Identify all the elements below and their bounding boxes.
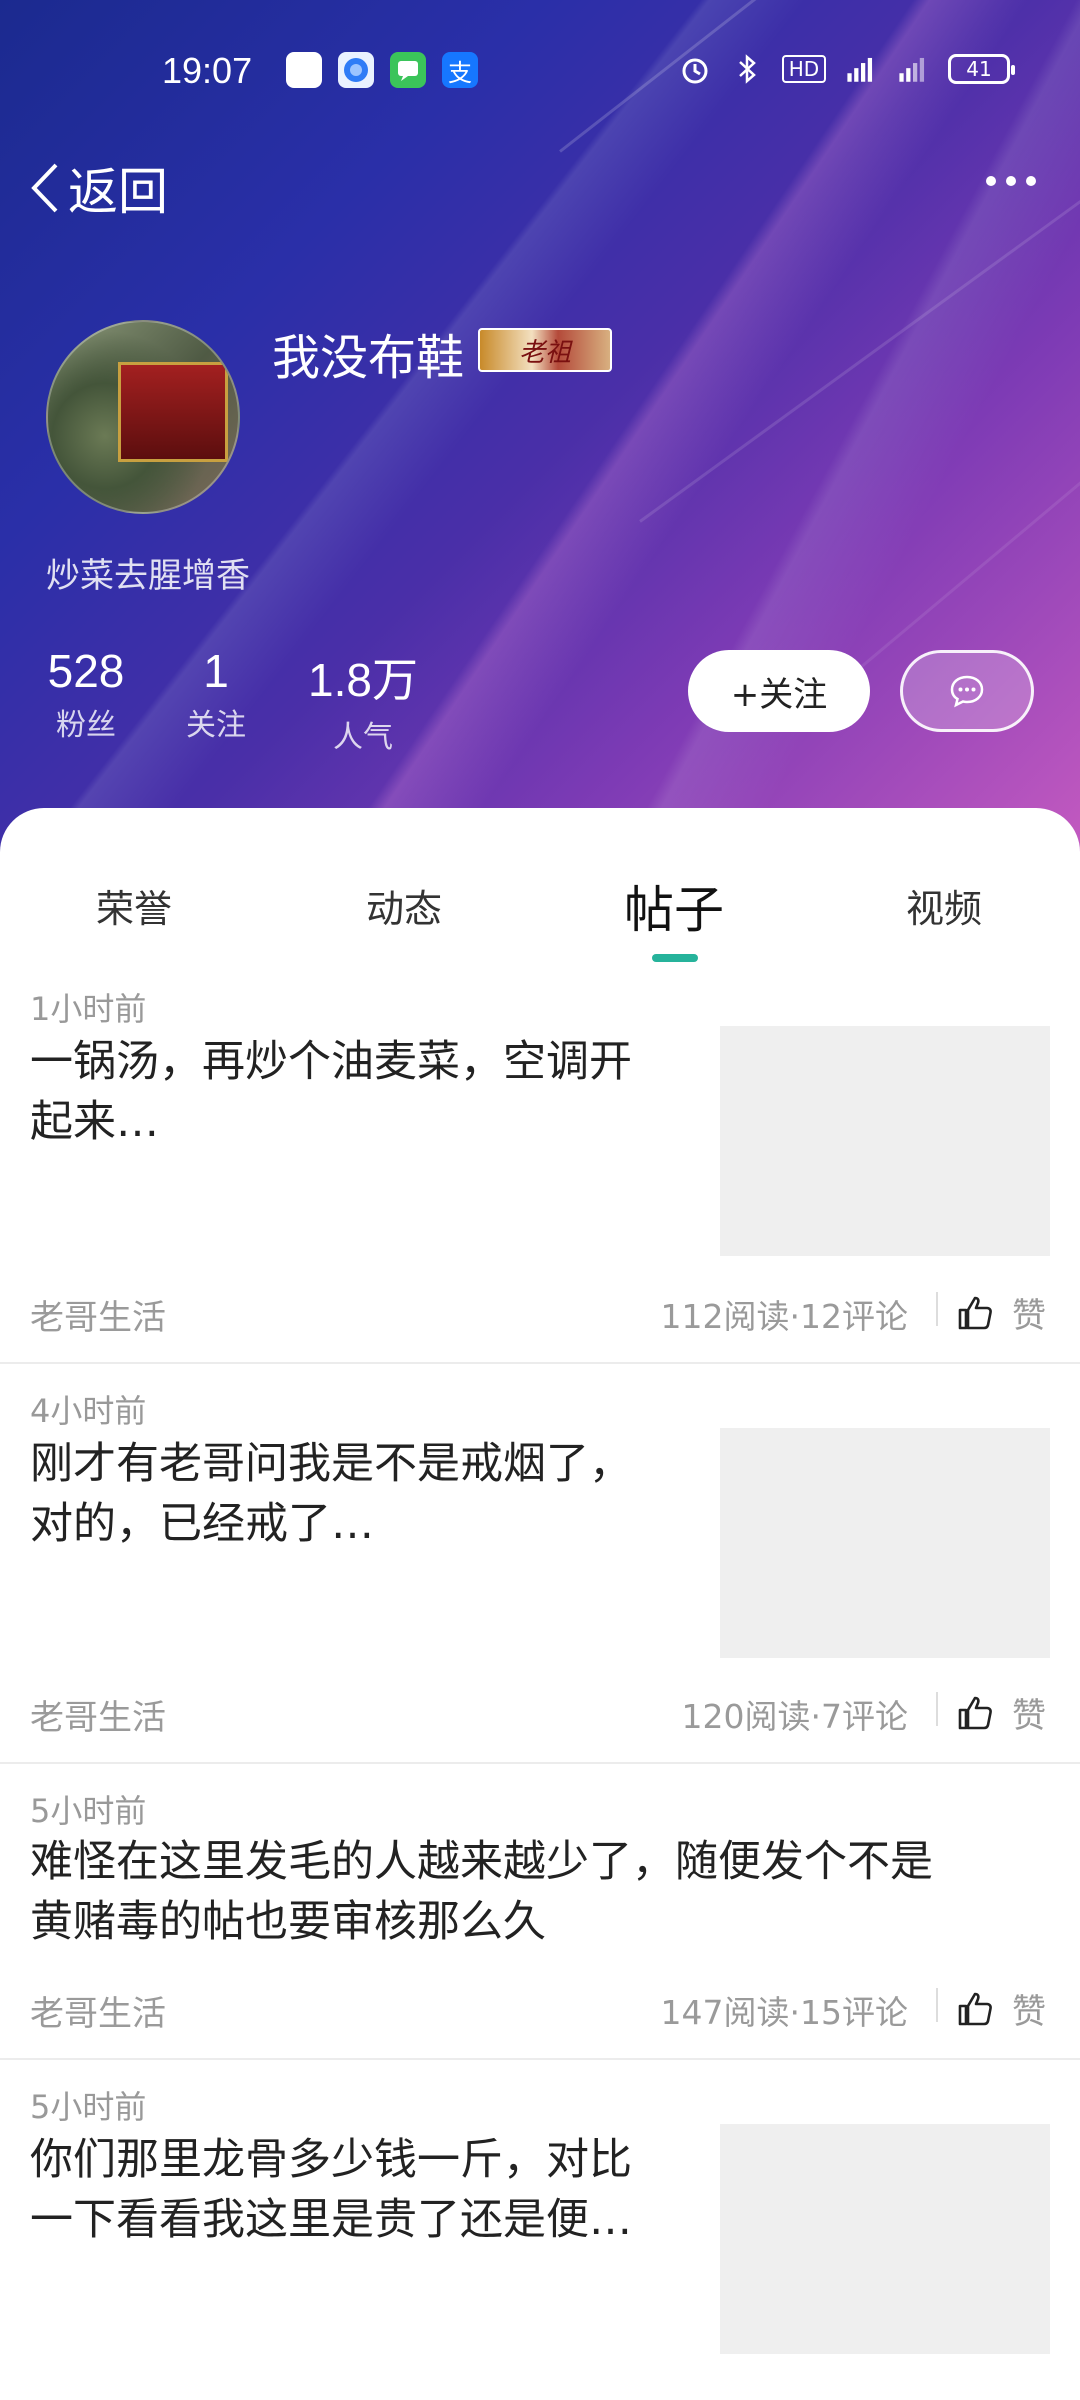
- avatar[interactable]: [46, 320, 240, 514]
- avatar-image-detail: [118, 362, 228, 462]
- post-title-line: 你们那里龙骨多少钱一斤，对比: [30, 2135, 632, 2185]
- post-item[interactable]: 5小时前 难怪在这里发毛的人越来越少了，随便发个不是 黄赌毒的帖也要审核那么久 …: [0, 1764, 1080, 2060]
- post-stats: 112阅读·12评论: [660, 1297, 908, 1336]
- stat-fans[interactable]: 528 粉丝: [46, 644, 126, 744]
- stat-label: 粉丝: [56, 708, 116, 743]
- post-source[interactable]: 老哥生活: [30, 1290, 166, 1339]
- stat-following[interactable]: 1 关注: [176, 644, 256, 744]
- like-label: 赞: [1012, 1696, 1046, 1736]
- post-title: 难怪在这里发毛的人越来越少了，随便发个不是 黄赌毒的帖也要审核那么久: [30, 1832, 933, 1952]
- post-thumbnail: [720, 2124, 1050, 2354]
- bluetooth-icon: [730, 52, 764, 86]
- messages-app-icon: [390, 52, 426, 88]
- stat-value: 528: [47, 645, 125, 697]
- profile-name: 我没布鞋: [272, 330, 465, 386]
- like-button[interactable]: 赞: [956, 1688, 1046, 1737]
- status-bar: 19:07 支 HD 41: [0, 48, 1080, 96]
- stat-popularity: 1.8万 人气: [300, 644, 426, 756]
- like-label: 赞: [1012, 1992, 1046, 2032]
- like-label: 赞: [1012, 1296, 1046, 1336]
- more-options-button[interactable]: [986, 176, 1036, 186]
- post-item[interactable]: 1小时前 一锅汤，再炒个油麦菜，空调开 起来… 老哥生活 112阅读·12评论 …: [0, 978, 1080, 1364]
- post-time: 4小时前: [30, 1392, 147, 1430]
- level-badge: 老祖: [478, 328, 612, 372]
- thumbs-up-icon: [958, 1696, 992, 1729]
- profile-bio: 炒菜去腥增香: [46, 556, 250, 596]
- app-notification-icon: [286, 52, 322, 88]
- post-stats: 147阅读·15评论: [660, 1993, 908, 2032]
- chevron-left-icon: [31, 163, 58, 213]
- tab-bar: 荣誉 动态 帖子 视频: [0, 878, 1080, 968]
- post-title: 你们那里龙骨多少钱一斤，对比 一下看看我这里是贵了还是便…: [30, 2130, 632, 2250]
- follow-button[interactable]: +关注: [688, 650, 870, 732]
- post-time: 5小时前: [30, 2088, 147, 2126]
- back-button[interactable]: 返回: [28, 152, 168, 224]
- stat-label: 人气: [333, 720, 393, 755]
- message-button[interactable]: [900, 650, 1034, 732]
- status-icons: HD 41: [678, 52, 1015, 86]
- battery-icon: 41: [948, 54, 1015, 84]
- post-time: 1小时前: [30, 990, 147, 1028]
- stat-value: 1.8万: [308, 654, 418, 706]
- active-tab-indicator: [652, 954, 698, 962]
- stat-value: 1: [203, 645, 229, 697]
- post-item[interactable]: 5小时前 你们那里龙骨多少钱一斤，对比 一下看看我这里是贵了还是便…: [0, 2060, 1080, 2400]
- browser-app-icon: [338, 52, 374, 88]
- thumbs-up-icon: [958, 1296, 992, 1329]
- divider: [936, 1292, 938, 1326]
- tab-honors[interactable]: 荣誉: [34, 878, 234, 933]
- post-title-line: 一锅汤，再炒个油麦菜，空调开: [30, 1037, 632, 1087]
- post-thumbnail: [720, 1428, 1050, 1658]
- post-title-line: 起来…: [30, 1097, 159, 1147]
- back-label: 返回: [68, 163, 168, 221]
- tab-videos[interactable]: 视频: [844, 878, 1044, 933]
- alarm-icon: [678, 52, 712, 86]
- divider: [936, 1692, 938, 1726]
- dot-icon: [1026, 176, 1036, 186]
- divider: [936, 1988, 938, 2022]
- signal-icon: [844, 52, 878, 86]
- post-title-line: 难怪在这里发毛的人越来越少了，随便发个不是: [30, 1837, 933, 1887]
- thumbs-up-icon: [958, 1992, 992, 2025]
- post-source[interactable]: 老哥生活: [30, 1690, 166, 1739]
- tab-activity[interactable]: 动态: [304, 878, 504, 933]
- dot-icon: [1006, 176, 1016, 186]
- status-time: 19:07: [162, 50, 253, 91]
- chat-bubble-icon: [950, 675, 984, 708]
- post-title-line: 黄赌毒的帖也要审核那么久: [30, 1897, 546, 1947]
- post-title-line: 对的，已经戒了…: [30, 1499, 374, 1549]
- like-button[interactable]: 赞: [956, 1984, 1046, 2033]
- post-title-line: 一下看看我这里是贵了还是便…: [30, 2195, 632, 2245]
- post-source[interactable]: 老哥生活: [30, 1986, 166, 2035]
- hd-icon: HD: [782, 55, 826, 83]
- post-item[interactable]: 4小时前 刚才有老哥问我是不是戒烟了， 对的，已经戒了… 老哥生活 120阅读·…: [0, 1364, 1080, 1764]
- alipay-app-icon: 支: [442, 52, 478, 88]
- tab-posts[interactable]: 帖子: [574, 870, 774, 942]
- dot-icon: [986, 176, 996, 186]
- like-button[interactable]: 赞: [956, 1288, 1046, 1337]
- signal-icon-secondary: [896, 52, 930, 86]
- post-thumbnail: [720, 1026, 1050, 1256]
- post-time: 5小时前: [30, 1792, 147, 1830]
- decorative-streak: [639, 167, 1080, 523]
- post-stats: 120阅读·7评论: [681, 1697, 908, 1736]
- post-title: 刚才有老哥问我是不是戒烟了， 对的，已经戒了…: [30, 1434, 632, 1554]
- stat-label: 关注: [186, 708, 246, 743]
- post-title: 一锅汤，再炒个油麦菜，空调开 起来…: [30, 1032, 632, 1152]
- post-title-line: 刚才有老哥问我是不是戒烟了，: [30, 1439, 632, 1489]
